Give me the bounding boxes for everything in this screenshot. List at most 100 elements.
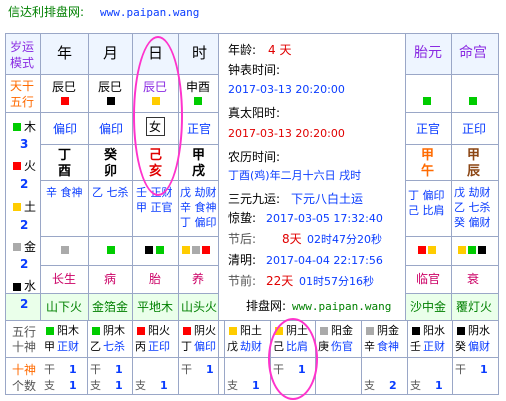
taiyuan-zhi: 午 bbox=[421, 164, 435, 179]
ten-god-stem: 乙 bbox=[90, 340, 101, 353]
ten-god-stem: 辛 bbox=[364, 340, 375, 353]
ten-god-swatch bbox=[46, 327, 54, 335]
jieqi-after-time: 01时57分16秒 bbox=[299, 275, 374, 288]
fire-label: 火 bbox=[24, 159, 37, 173]
ten-god-stem: 壬 bbox=[410, 340, 421, 353]
gan-count-label: 干 bbox=[90, 363, 101, 376]
jieqi-after-label: 节前: bbox=[228, 274, 257, 288]
minggong-hidden-2: 乙 七杀 bbox=[454, 201, 491, 214]
jieqi-before-days: 8天 bbox=[282, 232, 302, 246]
metal-count: 2 bbox=[20, 257, 29, 271]
clock-value: 2017-03-13 20:20:00 bbox=[228, 83, 345, 96]
day-branch-swatch-2 bbox=[156, 246, 164, 254]
ten-god-name: 正财 bbox=[423, 340, 445, 353]
day-hidden-stem-2: 甲 正官 bbox=[136, 201, 173, 214]
year-gan: 丁 bbox=[58, 148, 72, 163]
ten-god-stem: 庚 bbox=[318, 340, 329, 353]
minggong-hidden-3: 癸 偏财 bbox=[454, 216, 491, 229]
gan-count-label: 干 bbox=[44, 363, 55, 376]
water-count: 2 bbox=[20, 297, 29, 311]
ten-god-name: 偏印 bbox=[194, 340, 216, 353]
ten-god-name: 正财 bbox=[57, 340, 79, 353]
jingzhe-label: 惊蛰: bbox=[228, 211, 257, 225]
minggong-header: 命宫 bbox=[459, 45, 487, 61]
day-branch-swatch-1 bbox=[145, 246, 153, 254]
month-stem-god: 偏印 bbox=[99, 122, 124, 136]
hour-header: 时 bbox=[192, 44, 208, 62]
hour-branch-swatch-3 bbox=[202, 246, 210, 254]
minggong-zhi: 辰 bbox=[467, 164, 481, 179]
yun-label: 三元九运: bbox=[228, 192, 281, 206]
ten-god-name: 食神 bbox=[377, 340, 399, 353]
day-nayin: 平地木 bbox=[137, 300, 174, 314]
zhi-count-value: 1 bbox=[115, 379, 123, 392]
ten-god-stem: 戊 bbox=[227, 340, 238, 353]
ten-god-swatch bbox=[412, 327, 420, 335]
zhi-count-value: 1 bbox=[69, 379, 77, 392]
ten-god-swatch bbox=[366, 327, 374, 335]
ten-god-yinyang: 阴金 bbox=[377, 324, 399, 337]
earth-label: 土 bbox=[24, 200, 37, 214]
ten-god-name: 正印 bbox=[148, 340, 170, 353]
lunar-value: 丁酉(鸡)年二月十六日 戌时 bbox=[228, 169, 362, 182]
year-header: 年 bbox=[57, 44, 73, 62]
minggong-gan: 甲 bbox=[467, 148, 481, 163]
site-url[interactable]: www.paipan.wang bbox=[100, 7, 199, 18]
month-zhi: 卯 bbox=[104, 164, 118, 179]
zhi-count-value: 1 bbox=[435, 379, 443, 392]
minggong-branch-swatch-1 bbox=[458, 246, 466, 254]
wood-swatch bbox=[13, 123, 21, 131]
earth-count-highlight bbox=[268, 318, 318, 400]
zhi-count-label: 支 bbox=[90, 379, 101, 392]
solar-value: 2017-03-13 20:20:00 bbox=[228, 127, 345, 140]
yun-value: 下元八白土运 bbox=[291, 192, 364, 206]
gan-count-label: 干 bbox=[455, 363, 466, 376]
taiyuan-gan: 甲 bbox=[421, 148, 435, 163]
ten-god-name: 劫财 bbox=[240, 340, 262, 353]
year-wuxing: 辰巳 bbox=[52, 80, 77, 94]
site-title: 信达利排盘网: bbox=[8, 5, 85, 19]
metal-swatch bbox=[13, 243, 21, 251]
earth-swatch bbox=[13, 203, 21, 211]
count-row-label-1: 十神 bbox=[12, 363, 37, 377]
ten-god-stem: 甲 bbox=[44, 340, 55, 353]
ten-god-yinyang: 阳土 bbox=[240, 324, 262, 337]
month-wuxing: 辰巳 bbox=[98, 80, 123, 94]
gan-count-value: 1 bbox=[206, 363, 214, 376]
water-label: 水 bbox=[24, 279, 37, 293]
hour-hidden-stem-1: 戊 劫财 bbox=[180, 186, 217, 199]
zhi-count-label: 支 bbox=[410, 379, 421, 392]
year-zhi: 酉 bbox=[58, 164, 72, 179]
year-hidden-stem: 辛 食神 bbox=[46, 186, 83, 199]
hour-nayin: 山头火 bbox=[181, 300, 218, 314]
ten-god-stem: 丙 bbox=[135, 340, 146, 353]
minggong-branch-swatch-2 bbox=[468, 246, 476, 254]
site-label: 排盘网: bbox=[246, 299, 287, 313]
minggong-swatch bbox=[469, 97, 477, 105]
taiyuan-god: 正官 bbox=[416, 122, 441, 136]
taiyuan-header: 胎元 bbox=[414, 45, 442, 61]
month-wuxing-swatch bbox=[107, 97, 115, 105]
ten-god-swatch bbox=[137, 327, 145, 335]
hour-gan: 甲 bbox=[192, 148, 206, 163]
hour-zhi: 戌 bbox=[192, 164, 206, 179]
ten-god-yinyang: 阳水 bbox=[423, 324, 445, 337]
qingming-label: 清明: bbox=[228, 253, 257, 267]
year-stem-god: 偏印 bbox=[53, 122, 78, 136]
hour-wuxing: 申酉 bbox=[186, 80, 211, 94]
site-value[interactable]: www.paipan.wang bbox=[292, 301, 391, 312]
ten-god-yinyang: 阴木 bbox=[103, 324, 125, 337]
year-changsheng: 长生 bbox=[52, 272, 77, 286]
fire-count: 2 bbox=[20, 177, 29, 191]
tiangan-label: 天干 bbox=[10, 79, 35, 93]
taiyuan-hidden-1: 丁 偏印 bbox=[408, 189, 445, 202]
ten-god-swatch bbox=[92, 327, 100, 335]
zhi-count-label: 支 bbox=[135, 379, 146, 392]
qingming-value: 2017-04-04 22:17:56 bbox=[266, 254, 383, 267]
taiyuan-swatch bbox=[423, 97, 431, 105]
shishen-row-label: 十神 bbox=[12, 340, 37, 354]
moshi-label: 模式 bbox=[10, 56, 35, 70]
gan-count-value: 1 bbox=[480, 363, 488, 376]
month-changsheng: 病 bbox=[104, 272, 117, 286]
suiyun-label: 岁运 bbox=[10, 40, 35, 54]
